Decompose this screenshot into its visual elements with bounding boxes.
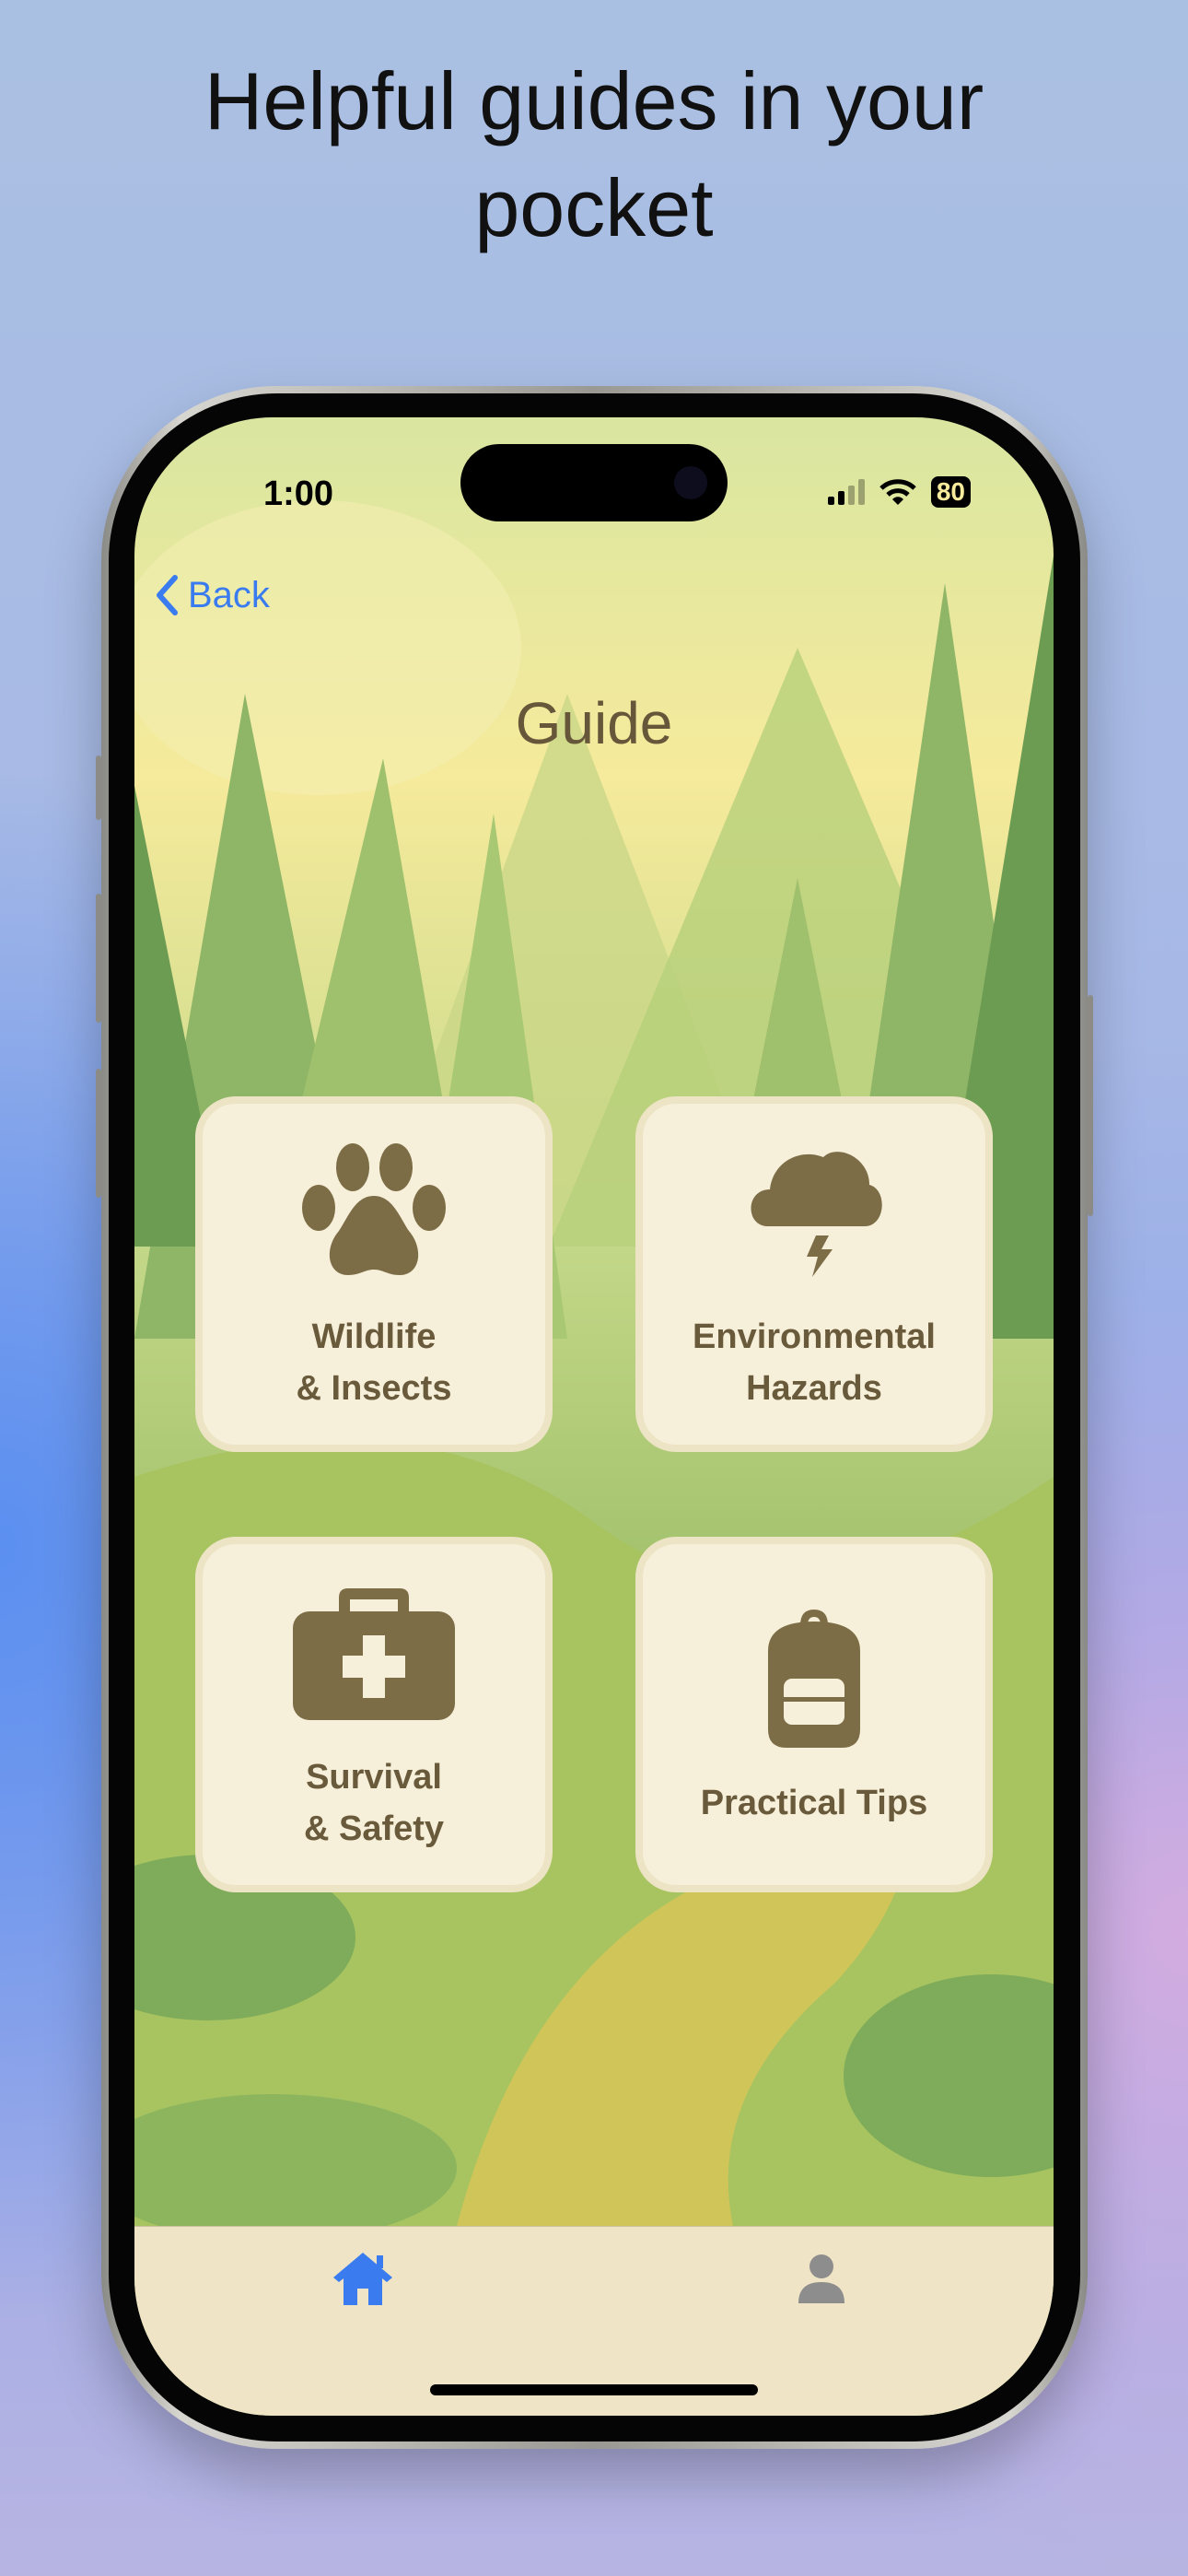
card-survival-safety[interactable]: Survival & Safety	[195, 1537, 553, 1892]
back-button[interactable]: Back	[155, 574, 270, 616]
card-label-line-1: Practical Tips	[700, 1784, 928, 1822]
volume-up-button	[96, 894, 101, 1023]
card-wildlife-insects[interactable]: Wildlife & Insects	[195, 1096, 553, 1452]
card-practical-tips[interactable]: Practical Tips	[635, 1537, 993, 1892]
card-environmental-hazards[interactable]: Environmental Hazards	[635, 1096, 993, 1452]
action-button	[96, 755, 101, 820]
headline: Helpful guides in your pocket	[0, 48, 1188, 262]
storm-cloud-icon	[751, 1152, 882, 1277]
camera-icon	[674, 466, 707, 499]
paw-icon	[302, 1143, 446, 1275]
back-label: Back	[188, 574, 270, 615]
person-icon	[798, 2254, 844, 2303]
wifi-icon	[879, 479, 916, 505]
home-indicator	[430, 2384, 758, 2395]
card-label-line-1: Wildlife	[311, 1317, 437, 1356]
volume-down-button	[96, 1069, 101, 1198]
headline-line-2: pocket	[474, 162, 714, 253]
card-label-line-2: Hazards	[746, 1369, 882, 1408]
page-title: Guide	[515, 690, 673, 756]
dynamic-island	[460, 444, 728, 521]
status-icons: 80	[827, 476, 971, 508]
card-label-line-1: Survival	[306, 1758, 442, 1797]
card-label-line-2: & Safety	[303, 1809, 445, 1848]
side-button	[1088, 995, 1093, 1216]
status-time: 1:00	[263, 474, 334, 513]
chevron-left-icon	[157, 575, 178, 615]
tab-profile[interactable]	[785, 2242, 858, 2315]
home-icon	[333, 2253, 392, 2305]
card-label-line-2: & Insects	[296, 1369, 452, 1408]
signal-icon	[827, 479, 865, 505]
backpack-icon	[768, 1610, 860, 1748]
card-label-line-1: Environmental	[693, 1317, 936, 1356]
tab-home[interactable]	[326, 2242, 400, 2315]
headline-line-1: Helpful guides in your	[204, 55, 984, 146]
tab-bar	[134, 2226, 1054, 2416]
app-screen: 1:00 80 Back Guide Wildlife & Insects Env…	[134, 417, 1054, 2416]
battery-indicator: 80	[930, 476, 971, 508]
first-aid-kit-icon	[293, 1588, 455, 1720]
